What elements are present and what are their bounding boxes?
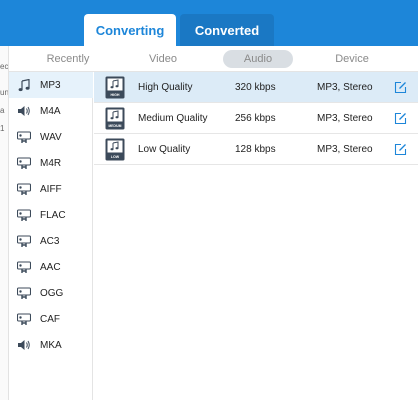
format-label: CAF [40, 313, 60, 325]
format-label: MP3 [40, 79, 61, 91]
audio-file-low-icon: LOW [105, 138, 125, 161]
audio-device-icon [17, 130, 31, 144]
audio-file-medium-icon: MEDIUM [105, 107, 125, 130]
preset-format: MP3, Stereo [317, 143, 373, 155]
format-item-m4a[interactable]: M4A [9, 98, 93, 124]
edit-icon[interactable] [394, 81, 407, 94]
format-label: AIFF [40, 183, 62, 195]
format-item-ogg[interactable]: OGG [9, 280, 93, 306]
audio-device-icon [17, 156, 31, 170]
format-item-aiff[interactable]: AIFF [9, 176, 93, 202]
format-item-ac3[interactable]: AC3 [9, 228, 93, 254]
audio-device-icon [17, 234, 31, 248]
tab-converting-label: Converting [95, 22, 165, 38]
preset-row-high-quality[interactable]: HIGH High Quality 320 kbps MP3, Stereo [94, 72, 418, 103]
category-tab-bar: Recently Video Audio Device [9, 46, 418, 72]
preset-format: MP3, Stereo [317, 81, 373, 93]
category-tab-video[interactable]: Video [129, 50, 197, 68]
format-label: M4R [40, 157, 62, 169]
background-window [0, 46, 8, 400]
category-tab-label: Audio [243, 53, 273, 65]
audio-device-icon [17, 312, 31, 326]
category-tab-recently[interactable]: Recently [35, 50, 101, 68]
audio-device-icon [17, 182, 31, 196]
preset-row-low-quality[interactable]: LOW Low Quality 128 kbps MP3, Stereo [94, 134, 418, 165]
music-note-icon [17, 78, 31, 92]
tab-converted-label: Converted [194, 22, 260, 38]
format-label: M4A [40, 105, 61, 117]
format-item-flac[interactable]: FLAC [9, 202, 93, 228]
category-tab-label: Video [149, 53, 177, 65]
format-item-aac[interactable]: AAC [9, 254, 93, 280]
speaker-icon [17, 104, 31, 118]
category-tab-audio[interactable]: Audio [223, 50, 293, 68]
format-item-caf[interactable]: CAF [9, 306, 93, 332]
audio-file-high-icon: HIGH [105, 76, 125, 99]
category-tab-label: Device [335, 53, 369, 65]
audio-device-icon [17, 208, 31, 222]
format-label: WAV [40, 131, 62, 143]
preset-badge: MEDIUM [109, 124, 122, 128]
format-label: AAC [40, 261, 61, 273]
speaker-icon [17, 338, 31, 352]
preset-bitrate: 320 kbps [235, 81, 276, 93]
format-item-mka[interactable]: MKA [9, 332, 93, 358]
format-item-m4r[interactable]: M4R [9, 150, 93, 176]
audio-device-icon [17, 260, 31, 274]
format-item-mp3[interactable]: MP3 [9, 72, 93, 98]
category-tab-label: Recently [46, 53, 90, 65]
background-text-fragment: 1 [0, 124, 5, 133]
preset-format: MP3, Stereo [317, 112, 373, 124]
preset-name: High Quality [138, 81, 193, 93]
edit-icon[interactable] [394, 143, 407, 156]
tab-converted[interactable]: Converted [180, 14, 274, 46]
category-tab-device[interactable]: Device [319, 50, 385, 68]
preset-name: Low Quality [138, 143, 191, 155]
top-tab-bar: Converting Converted [0, 0, 418, 46]
preset-bitrate: 128 kbps [235, 143, 276, 155]
preset-badge: LOW [111, 155, 120, 159]
format-item-wav[interactable]: WAV [9, 124, 93, 150]
edit-icon[interactable] [394, 112, 407, 125]
preset-badge: HIGH [111, 93, 120, 97]
format-list: MP3 M4A WAV M4R AIFF FLAC AC3 AAC OGG CA… [9, 72, 93, 400]
preset-bitrate: 256 kbps [235, 112, 276, 124]
preset-name: Medium Quality [138, 112, 208, 124]
format-label: OGG [40, 287, 64, 299]
format-label: MKA [40, 339, 62, 351]
preset-row-medium-quality[interactable]: MEDIUM Medium Quality 256 kbps MP3, Ster… [94, 103, 418, 134]
tab-converting[interactable]: Converting [84, 14, 176, 46]
audio-device-icon [17, 286, 31, 300]
background-text-fragment: a [0, 106, 5, 115]
format-label: AC3 [40, 235, 60, 247]
format-label: FLAC [40, 209, 66, 221]
output-format-panel: Recently Video Audio Device MP3 M4A WAV … [8, 46, 418, 400]
